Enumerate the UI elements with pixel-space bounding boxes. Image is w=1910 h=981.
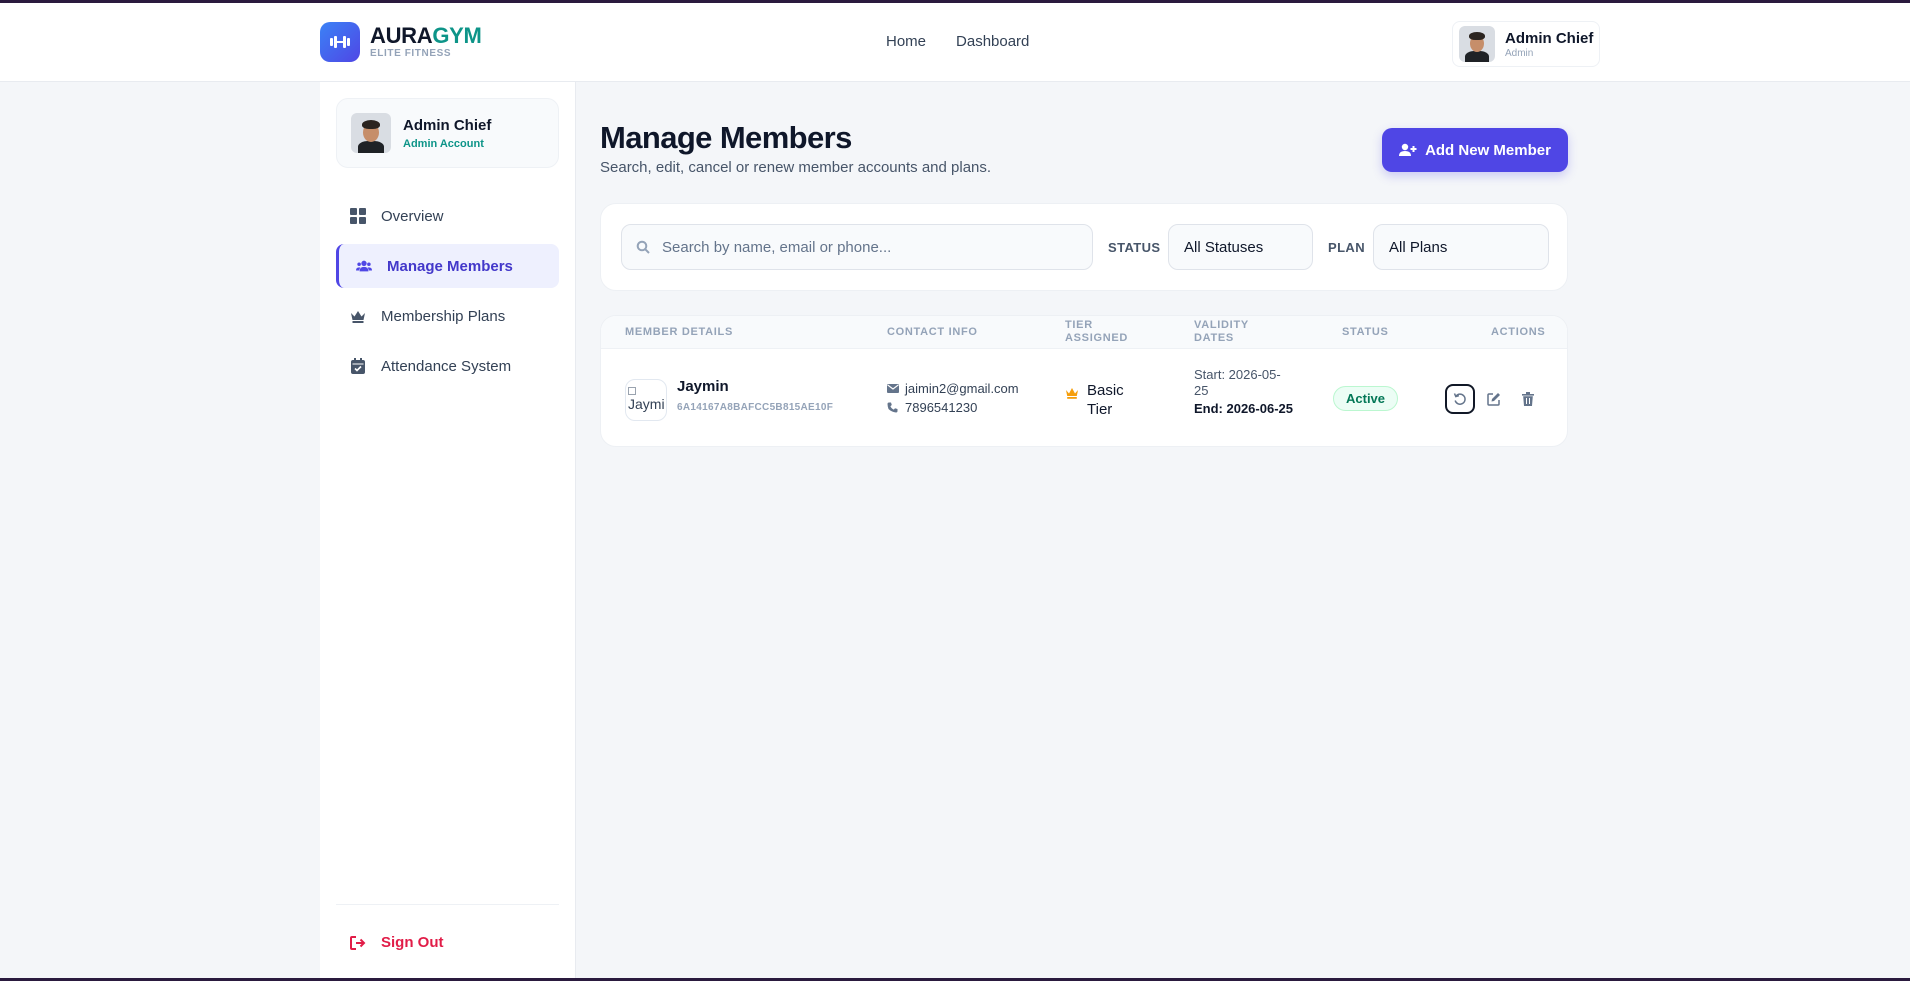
sidebar-nav: Overview Manage Members Membership Plans… [336,194,559,394]
sign-out-icon [350,935,366,950]
add-new-member-button[interactable]: Add New Member [1382,128,1568,172]
member-email: jaimin2@gmail.com [887,381,1019,396]
status-filter-select[interactable]: All Statuses [1168,224,1313,270]
sign-out-label: Sign Out [381,934,444,951]
sidebar: Admin Chief Admin Account Overview Manag… [320,82,576,978]
sidebar-profile-name: Admin Chief [403,116,492,134]
user-role: Admin [1505,47,1534,59]
column-header-contact: CONTACT INFO [887,326,978,338]
dumbbell-icon [320,22,360,62]
sidebar-divider [336,904,559,905]
nav-link-home[interactable]: Home [886,33,926,50]
status-filter-label: STATUS [1108,240,1161,255]
crown-icon [350,308,366,324]
plan-filter-label: PLAN [1328,240,1365,255]
table-header: MEMBER DETAILS CONTACT INFO TIER ASSIGNED… [601,316,1567,349]
sidebar-item-label: Membership Plans [381,307,506,325]
calendar-check-icon [350,358,366,374]
sidebar-item-label: Attendance System [381,357,512,375]
users-icon [356,258,372,274]
edit-icon [1487,392,1501,406]
phone-icon [887,402,899,413]
user-menu[interactable]: Admin Chief Admin [1452,21,1600,67]
sign-out-button[interactable]: Sign Out [350,934,444,951]
member-id: 6A14167A8BAFCC5B815AE10F [677,402,834,413]
members-table: MEMBER DETAILS CONTACT INFO TIER ASSIGNED… [600,315,1568,447]
filter-bar: STATUS All Statuses PLAN All Plans [600,203,1568,291]
sidebar-item-overview[interactable]: Overview [336,194,559,238]
page-title: Manage Members [600,120,852,155]
sidebar-item-label: Overview [381,207,444,225]
brand-tagline: ELITE FITNESS [370,48,452,59]
member-validity: Start: 2026-05-25 End: 2026-06-25 [1194,367,1294,417]
avatar [351,113,391,153]
validity-end: End: 2026-06-25 [1194,401,1293,416]
column-header-tier: TIER ASSIGNED [1065,319,1129,344]
sidebar-profile-card: Admin Chief Admin Account [336,98,559,168]
column-header-status: STATUS [1342,326,1389,338]
table-row: Jaymi Jaymin 6A14167A8BAFCC5B815AE10F ja… [601,350,1567,446]
brand-name: AURAGYM [370,23,482,48]
top-header: AURAGYM ELITE FITNESS Home Dashboard Adm… [0,3,1910,82]
search-field[interactable] [621,224,1093,270]
page-subtitle: Search, edit, cancel or renew member acc… [600,159,992,176]
sidebar-item-attendance-system[interactable]: Attendance System [336,344,559,388]
avatar [1459,26,1495,62]
user-name: Admin Chief [1505,29,1594,47]
edit-button[interactable] [1479,384,1509,414]
top-nav: Home Dashboard [886,33,1029,50]
sidebar-item-manage-members[interactable]: Manage Members [336,244,559,288]
search-icon [636,240,650,259]
member-tier: Basic Tier [1065,381,1131,419]
member-name: Jaymin [677,378,729,395]
sidebar-item-label: Manage Members [387,257,513,275]
user-plus-icon [1399,143,1417,157]
column-header-actions: ACTIONS [1491,326,1546,338]
column-header-validity: VALIDITY DATES [1194,319,1249,344]
status-badge: Active [1333,386,1399,411]
renew-button[interactable] [1445,384,1475,414]
sidebar-item-membership-plans[interactable]: Membership Plans [336,294,559,338]
add-new-member-label: Add New Member [1425,141,1551,159]
member-phone: 7896541230 [887,400,977,415]
sidebar-profile-role: Admin Account [403,137,484,150]
grid-icon [350,208,366,224]
validity-start: Start: 2026-05-25 [1194,367,1281,398]
envelope-icon [887,384,899,393]
renew-icon [1453,392,1467,406]
delete-button[interactable] [1513,384,1543,414]
trash-icon [1522,392,1534,406]
plan-filter-select[interactable]: All Plans [1373,224,1549,270]
nav-link-dashboard[interactable]: Dashboard [956,33,1029,50]
crown-icon [1065,386,1079,404]
column-header-member: MEMBER DETAILS [625,326,733,338]
member-avatar: Jaymi [625,379,667,421]
search-input[interactable] [662,225,1082,269]
brand-logo-link[interactable]: AURAGYM ELITE FITNESS [320,22,482,62]
